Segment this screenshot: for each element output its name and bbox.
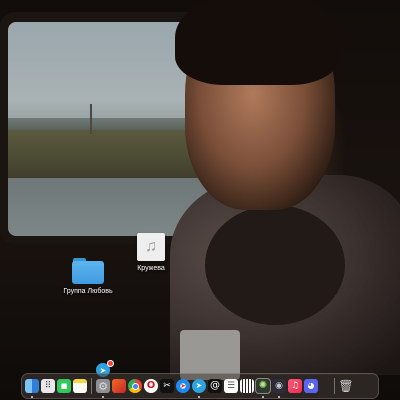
desktop-audio-file-kruzheva[interactable]: ♫ Кружева <box>111 233 191 272</box>
wallpaper-hills <box>8 118 208 130</box>
wallpaper-pole <box>90 104 92 134</box>
piano-keys-icon[interactable] <box>240 379 254 393</box>
dock: ⠿ ■ ⚙ O ✂ ➤ ➤ @ ☰ ✺ ◉ ♫ ◕ 🗑 <box>21 373 379 399</box>
wallpaper-hood <box>170 175 400 375</box>
desktop-icon-label: Группа Любовь <box>63 288 113 295</box>
wallpaper-hood-shadow <box>205 205 345 325</box>
dock-separator <box>334 378 335 394</box>
trash-icon[interactable]: 🗑 <box>338 379 353 393</box>
paper-plane-icon[interactable]: ➤ <box>192 379 206 398</box>
gear-icon[interactable]: ⚙ <box>96 379 110 398</box>
wallpaper-sky <box>8 22 208 134</box>
dock-separator <box>91 378 92 394</box>
notification-badge <box>107 360 114 367</box>
music-note-icon: ♫ <box>137 233 165 261</box>
notes-icon[interactable] <box>73 379 87 393</box>
folder-icon <box>72 258 104 284</box>
video-camera-icon[interactable]: ■ <box>57 379 71 393</box>
chrome-icon[interactable] <box>128 379 142 393</box>
wallpaper-road <box>8 178 208 236</box>
opera-icon[interactable]: O <box>144 379 158 393</box>
desktop-icon-label: Кружева <box>137 265 165 272</box>
discord-icon[interactable]: ◕ <box>304 379 318 393</box>
wallpaper-face <box>185 0 335 210</box>
finder-icon[interactable] <box>25 379 39 398</box>
compass-icon[interactable]: ➤ <box>176 379 190 393</box>
wallpaper-car-window-frame <box>0 12 215 244</box>
shield-icon[interactable]: ◉ <box>272 379 286 398</box>
music-note-icon[interactable]: ♫ <box>288 379 302 393</box>
wallpaper-field <box>8 130 208 180</box>
launchpad-grid-icon[interactable]: ⠿ <box>41 379 55 393</box>
pages-icon[interactable] <box>112 379 126 393</box>
wallpaper-hair <box>175 0 340 85</box>
desktop: Группа Любовь ♫ Кружева ➤ ⠿ ■ ⚙ O ✂ ➤ ➤ … <box>0 0 400 400</box>
capcut-icon[interactable]: ✂ <box>160 379 174 393</box>
activity-icon[interactable]: ✺ <box>255 378 271 398</box>
threads-icon[interactable]: @ <box>208 379 222 393</box>
list-icon[interactable]: ☰ <box>224 379 238 393</box>
